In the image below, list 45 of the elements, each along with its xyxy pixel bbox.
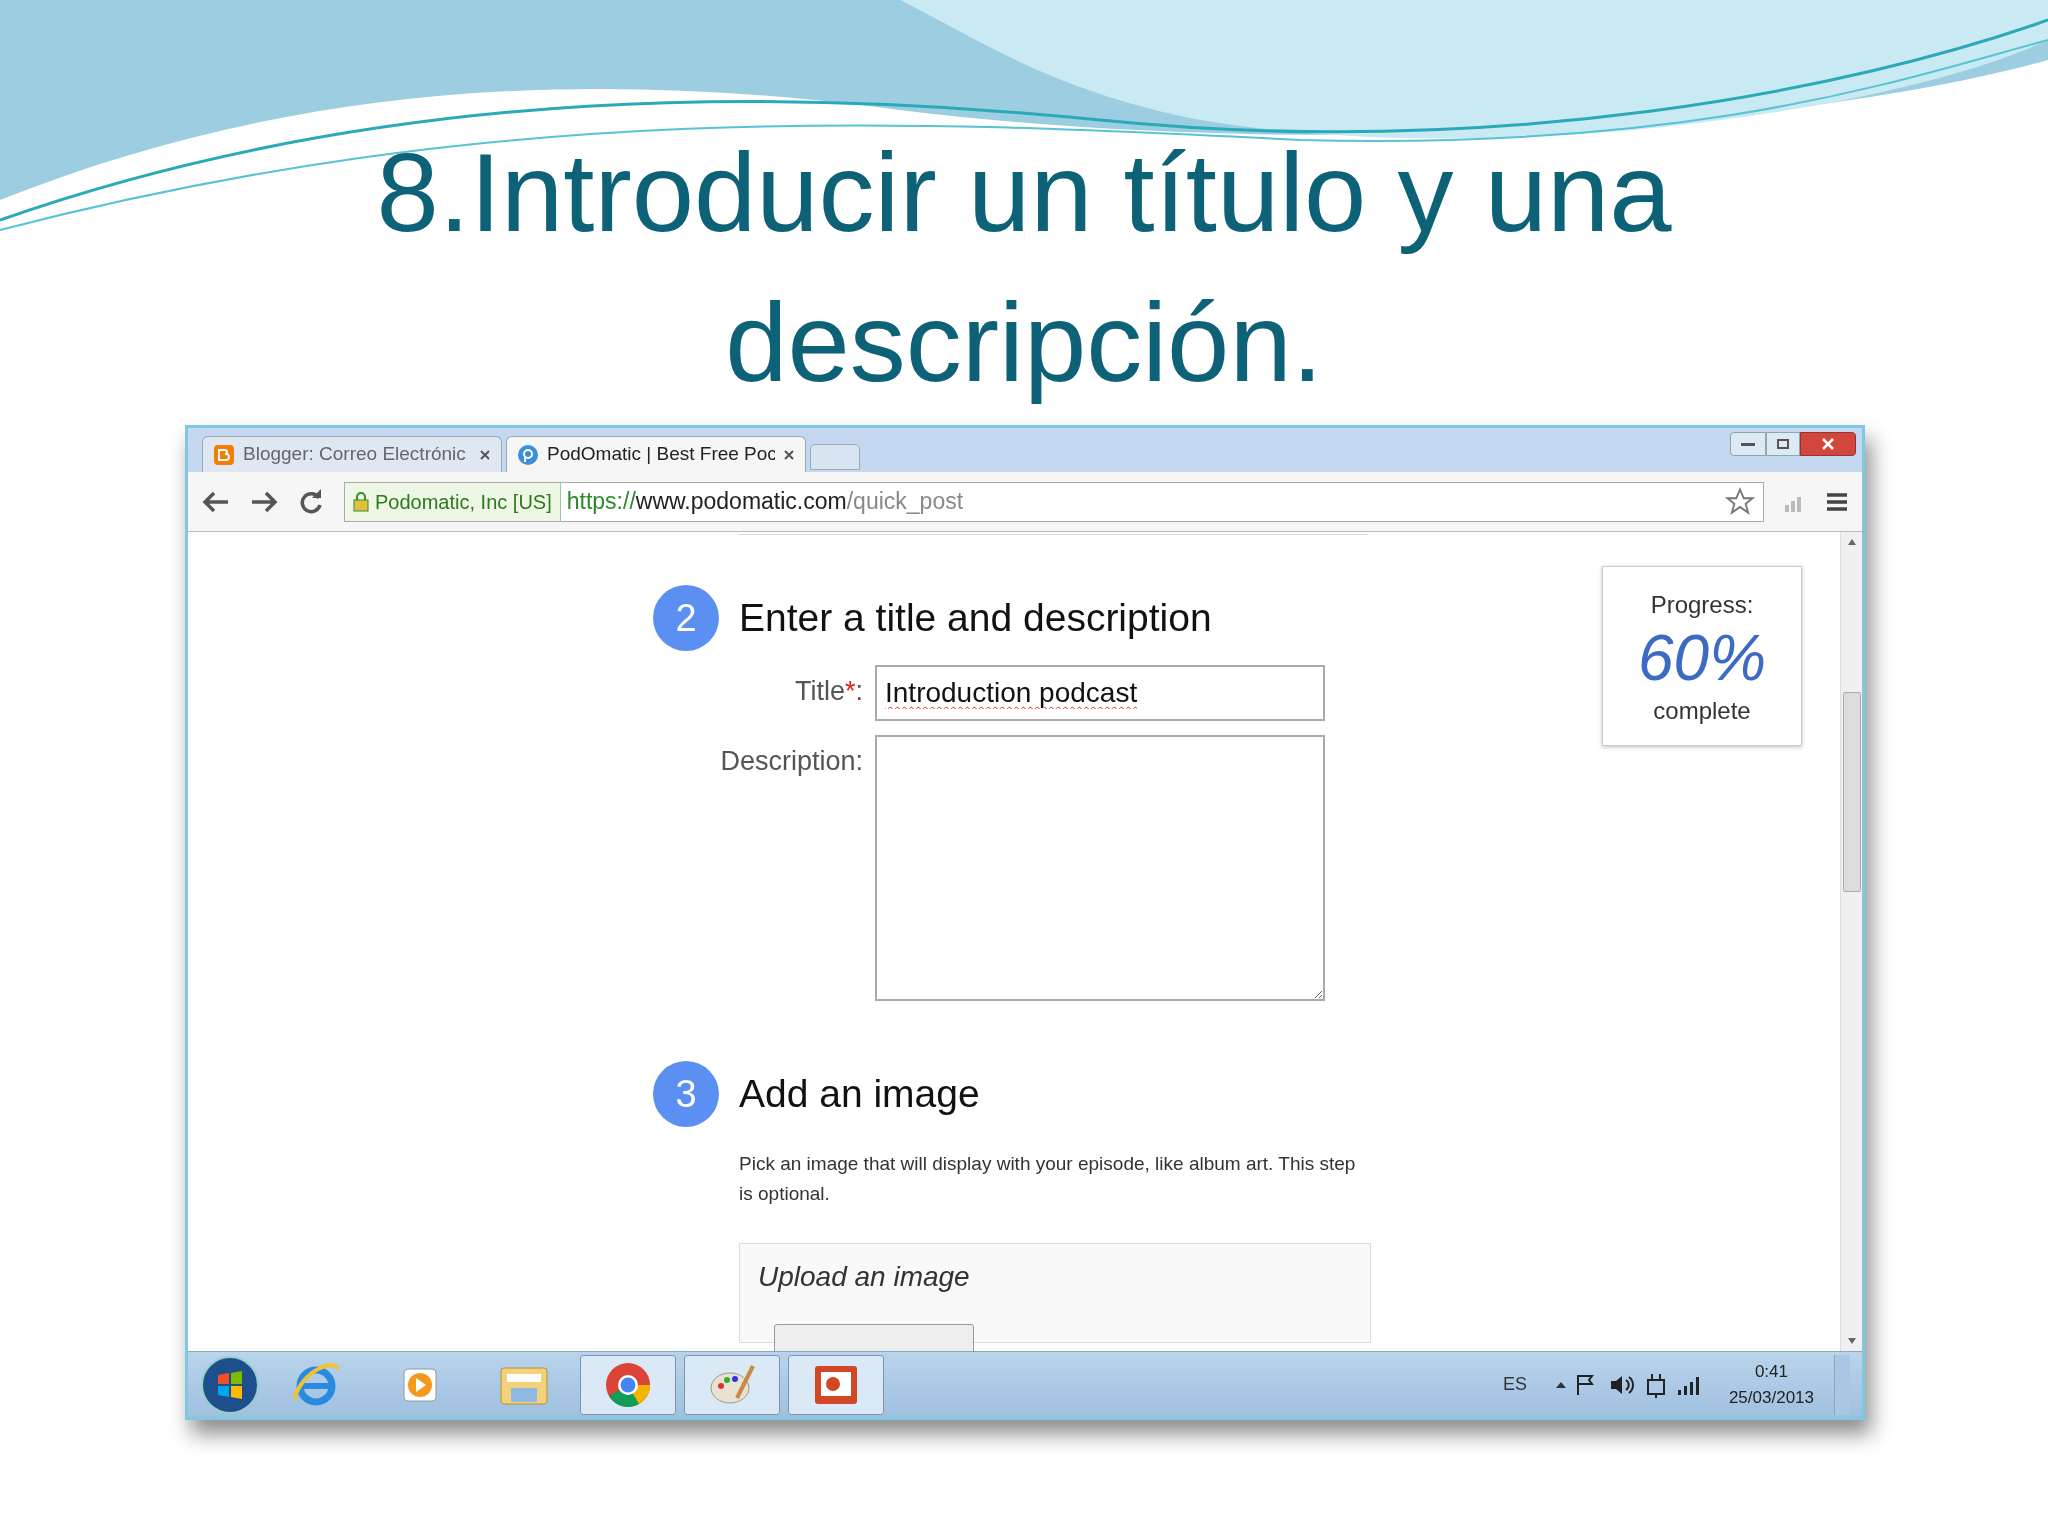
taskbar-app-button[interactable]	[684, 1354, 780, 1415]
back-icon[interactable]	[202, 489, 230, 514]
slide-title: 8.Introducir un título y una	[376, 129, 1672, 257]
taskbar-app-button[interactable]	[788, 1354, 884, 1415]
description-field[interactable]	[875, 735, 1325, 1001]
progress-label: Progress:	[1650, 590, 1754, 620]
start-button[interactable]	[200, 1354, 260, 1415]
field-label: Description:	[720, 745, 863, 778]
close-icon[interactable]	[783, 448, 795, 461]
reload-icon[interactable]	[298, 488, 324, 515]
address-field[interactable]: Podomatic, Inc [US] https://www.podomatic.com/quick_post	[344, 481, 1764, 522]
site-identity-badge[interactable]: Podomatic, Inc [US]	[345, 482, 561, 521]
podcast-icon	[517, 443, 539, 466]
tab-title: Blogger: Correo Electrónic	[243, 442, 467, 467]
field-label: Title*:	[794, 675, 863, 708]
url-text: https://www.podomatic.com/quick_post	[565, 487, 964, 517]
close-button[interactable]	[1800, 432, 1856, 456]
close-icon[interactable]	[479, 448, 491, 461]
title-field[interactable]: Introduction podcast	[875, 665, 1325, 721]
restore-button[interactable]	[1766, 432, 1800, 456]
clock-date[interactable]: 25/03/2013	[1728, 1384, 1814, 1411]
step-number: 2	[653, 585, 719, 651]
progress-suffix: complete	[1653, 696, 1751, 726]
panel-title: Upload an image	[758, 1261, 970, 1292]
step-description: Pick an image that will display with your episode, like album art. This step is optional.	[739, 1152, 1357, 1206]
minimize-button[interactable]	[1730, 432, 1766, 456]
lock-icon	[353, 491, 369, 512]
step-heading: Add an image	[739, 1070, 980, 1117]
blog-icon	[213, 443, 235, 466]
close-icon	[1821, 438, 1835, 450]
language-indicator[interactable]: ES	[1502, 1371, 1527, 1398]
step-number: 3	[653, 1061, 719, 1127]
browser-tab[interactable]: Blogger: Correo Electrónic	[202, 436, 502, 472]
scroll-down-icon[interactable]	[1846, 1337, 1857, 1345]
scroll-up-icon[interactable]	[1846, 538, 1857, 546]
star-icon[interactable]	[1725, 486, 1755, 517]
forward-icon[interactable]	[250, 489, 278, 514]
menu-icon[interactable]	[1826, 491, 1848, 512]
taskbar-app-button[interactable]	[580, 1354, 676, 1415]
scrollbar[interactable]	[1840, 532, 1862, 1351]
progress-value: 60%	[1637, 623, 1767, 693]
step-heading: Enter a title and description	[739, 594, 1212, 641]
slide-title: descripción.	[725, 279, 1323, 407]
scroll-thumb[interactable]	[1842, 691, 1861, 892]
clock-time[interactable]: 0:41	[1754, 1358, 1788, 1385]
